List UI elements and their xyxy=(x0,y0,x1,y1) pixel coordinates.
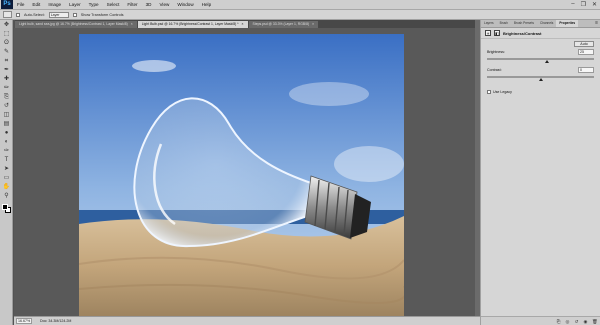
document-tabs: Light bulb, sand sea.jpg @ 16.7% (Bright… xyxy=(15,20,475,28)
move-tool-preset[interactable] xyxy=(3,11,12,18)
shape-tool-icon[interactable]: ▭ xyxy=(2,175,11,182)
clone-stamp-tool-icon[interactable]: ⎘ xyxy=(2,94,11,101)
blur-tool-icon[interactable]: ● xyxy=(2,130,11,137)
menu-filter[interactable]: Filter xyxy=(123,0,141,10)
foreground-color-swatch[interactable] xyxy=(2,204,8,210)
menu-select[interactable]: Select xyxy=(103,0,124,10)
menu-edit[interactable]: Edit xyxy=(28,0,44,10)
clip-icon[interactable]: ⎘ xyxy=(556,319,561,324)
mask-icon[interactable]: ◧ xyxy=(494,30,500,36)
eye-icon[interactable]: ◉ xyxy=(583,319,588,324)
eyedropper-tool-icon[interactable]: ✒ xyxy=(2,67,11,74)
minimize-icon[interactable]: – xyxy=(571,1,574,8)
auto-row: Auto xyxy=(481,39,600,49)
tab-channels[interactable]: Channels xyxy=(537,20,556,27)
doc-tab-label: Light Bulb.psd @ 16.7% (Brightness/Contr… xyxy=(141,22,239,26)
tab-brush[interactable]: Brush xyxy=(497,20,511,27)
path-select-tool-icon[interactable]: ➤ xyxy=(2,166,11,173)
contrast-value-field[interactable]: 0 xyxy=(578,67,594,73)
status-bar: 16.67% Doc: 34.3M/124.2M xyxy=(14,316,480,325)
brightness-control: Brightness: 25 xyxy=(481,49,600,67)
tools-panel: ✥ ⬚ ʘ ✎ ⌗ ✒ ✚ ✏ ⎘ ↺ ◫ ▤ ● ◐ ✑ T ➤ ▭ ✋ ⚲ xyxy=(0,20,13,325)
lasso-tool-icon[interactable]: ʘ xyxy=(2,40,11,47)
tab-brush-presets[interactable]: Brush Presets xyxy=(511,20,537,27)
contrast-control: Contrast: 0 xyxy=(481,67,600,85)
brightness-slider-track[interactable] xyxy=(487,58,594,60)
contrast-label: Contrast: xyxy=(487,68,502,72)
menu-type[interactable]: Type xyxy=(85,0,103,10)
eraser-tool-icon[interactable]: ◫ xyxy=(2,112,11,119)
doc-tab-steps[interactable]: Steps.psd @ 33.3% (Layer 1, RGB/8) × xyxy=(248,21,319,28)
auto-button[interactable]: Auto xyxy=(574,41,594,47)
properties-panel: Layers Brush Brush Presets Channels Prop… xyxy=(480,20,600,325)
use-legacy-checkbox[interactable] xyxy=(487,89,491,94)
use-legacy-row: Use Legacy xyxy=(481,87,600,96)
tab-properties[interactable]: Properties xyxy=(556,20,579,27)
document-image[interactable] xyxy=(79,34,404,316)
doc-tab-light-bulb[interactable]: Light Bulb.psd @ 16.7% (Brightness/Contr… xyxy=(137,21,248,28)
quick-select-tool-icon[interactable]: ✎ xyxy=(2,49,11,56)
use-legacy-label: Use Legacy xyxy=(493,89,512,94)
panel-tabs: Layers Brush Brush Presets Channels Prop… xyxy=(481,20,600,28)
history-brush-tool-icon[interactable]: ↺ xyxy=(2,103,11,110)
brightness-slider-thumb[interactable] xyxy=(545,60,550,63)
light-bulb-photo xyxy=(79,34,404,316)
menu-file[interactable]: File xyxy=(13,0,28,10)
tool-list: ✥ ⬚ ʘ ✎ ⌗ ✒ ✚ ✏ ⎘ ↺ ◫ ▤ ● ◐ ✑ T ➤ ▭ ✋ ⚲ xyxy=(0,22,12,200)
auto-select-checkbox[interactable] xyxy=(16,12,20,17)
properties-header: ☀ ◧ Brightness/Contrast xyxy=(481,28,600,39)
dodge-tool-icon[interactable]: ◐ xyxy=(2,139,11,146)
marquee-tool-icon[interactable]: ⬚ xyxy=(2,31,11,38)
hand-tool-icon[interactable]: ✋ xyxy=(2,184,11,191)
menu-help[interactable]: Help xyxy=(198,0,215,10)
close-icon[interactable]: × xyxy=(242,22,244,26)
contrast-slider-thumb[interactable] xyxy=(539,78,543,81)
trash-icon[interactable]: 🗑 xyxy=(592,319,598,324)
crop-tool-icon[interactable]: ⌗ xyxy=(2,58,11,65)
close-icon[interactable]: × xyxy=(312,22,314,26)
menu-image[interactable]: Image xyxy=(44,0,65,10)
move-tool-icon[interactable]: ✥ xyxy=(2,22,11,29)
window-controls: – ❐ ✕ xyxy=(571,1,597,8)
menu-bar: Ps File Edit Image Layer Type Select Fil… xyxy=(0,0,600,10)
auto-select-dropdown[interactable]: Layer xyxy=(48,11,69,18)
canvas-area[interactable] xyxy=(14,28,475,316)
visibility-icon[interactable]: ◎ xyxy=(565,319,570,324)
tab-layers[interactable]: Layers xyxy=(481,20,497,27)
doc-tab-label: Steps.psd @ 33.3% (Layer 1, RGB/8) xyxy=(252,22,310,26)
adjustment-icon: ☀ xyxy=(485,30,491,36)
document-size-info[interactable]: Doc: 34.3M/124.2M xyxy=(40,319,71,323)
close-icon[interactable]: ✕ xyxy=(592,1,597,8)
color-swatches xyxy=(0,203,13,219)
menu-3d[interactable]: 3D xyxy=(142,0,156,10)
brightness-label: Brightness: xyxy=(487,50,505,54)
options-bar: Auto-Select: Layer Show Transform Contro… xyxy=(0,10,600,20)
transform-controls-checkbox[interactable] xyxy=(72,12,77,17)
zoom-tool-icon[interactable]: ⚲ xyxy=(2,193,11,200)
zoom-level-field[interactable]: 16.67% xyxy=(16,318,32,324)
type-tool-icon[interactable]: T xyxy=(2,157,11,164)
photoshop-logo: Ps xyxy=(1,0,13,9)
doc-tab-light-bulb-sand[interactable]: Light bulb, sand sea.jpg @ 16.7% (Bright… xyxy=(15,21,137,28)
brightness-value-field[interactable]: 25 xyxy=(578,49,594,55)
transform-controls-label: Show Transform Controls xyxy=(80,12,124,17)
gradient-tool-icon[interactable]: ▤ xyxy=(2,121,11,128)
pen-tool-icon[interactable]: ✑ xyxy=(2,148,11,155)
menu-layer[interactable]: Layer xyxy=(65,0,85,10)
healing-tool-icon[interactable]: ✚ xyxy=(2,76,11,83)
close-icon[interactable]: × xyxy=(131,22,133,26)
panel-footer: ⎘ ◎ ↺ ◉ 🗑 xyxy=(481,316,600,325)
menu-window[interactable]: Window xyxy=(173,0,197,10)
menu-view[interactable]: View xyxy=(155,0,173,10)
brush-tool-icon[interactable]: ✏ xyxy=(2,85,11,92)
doc-tab-label: Light bulb, sand sea.jpg @ 16.7% (Bright… xyxy=(19,22,128,26)
panel-menu-icon[interactable]: ≡ xyxy=(595,20,600,27)
auto-select-label: Auto-Select: xyxy=(24,12,45,17)
adjustment-title: Brightness/Contrast xyxy=(503,30,542,36)
reset-icon[interactable]: ↺ xyxy=(574,319,579,324)
restore-icon[interactable]: ❐ xyxy=(581,1,586,8)
